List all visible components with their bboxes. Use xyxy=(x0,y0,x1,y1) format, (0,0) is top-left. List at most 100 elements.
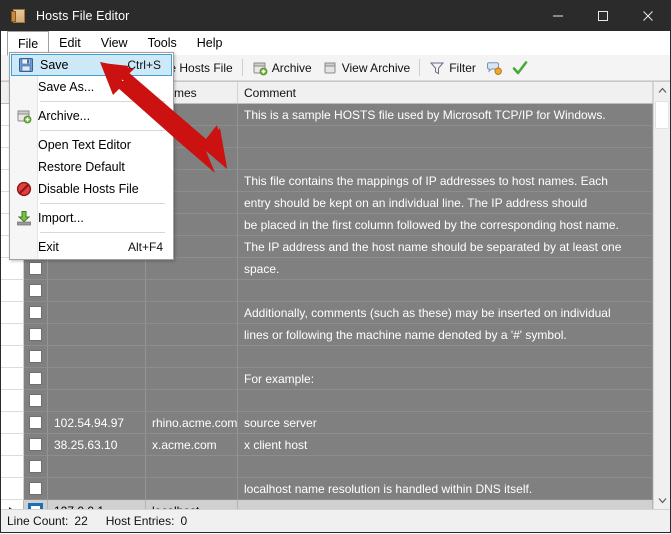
row-host-names[interactable] xyxy=(146,456,238,478)
row-ip-address[interactable] xyxy=(48,478,146,500)
maximize-button[interactable] xyxy=(580,1,625,31)
row-comment[interactable]: entry should be kept on an individual li… xyxy=(238,192,653,214)
row-enabled-checkbox[interactable] xyxy=(29,350,42,363)
row-enabled-checkbox[interactable] xyxy=(29,460,42,473)
row-enabled-checkbox[interactable] xyxy=(29,284,42,297)
scrollbar-track[interactable] xyxy=(654,99,670,492)
row-selector[interactable] xyxy=(1,346,24,368)
row-ip-address[interactable] xyxy=(48,390,146,412)
row-selector-current[interactable] xyxy=(1,500,24,509)
file-menu-item-restore-default[interactable]: Restore Default xyxy=(10,156,173,178)
row-enabled-checkbox-cell[interactable] xyxy=(24,324,48,346)
row-host-names[interactable] xyxy=(146,478,238,500)
row-enabled-checkbox-cell[interactable] xyxy=(24,456,48,478)
toolbar-validate-button[interactable] xyxy=(507,57,533,79)
row-host-names[interactable] xyxy=(146,302,238,324)
row-selector[interactable] xyxy=(1,302,24,324)
row-host-names[interactable]: x.acme.com xyxy=(146,434,238,456)
row-ip-address[interactable]: 102.54.94.97 xyxy=(48,412,146,434)
table-row[interactable]: 127.0.0.1localhost xyxy=(1,500,653,509)
row-comment[interactable]: source server xyxy=(238,412,653,434)
row-enabled-checkbox-cell[interactable] xyxy=(24,280,48,302)
file-menu-item-open-text-editor[interactable]: Open Text Editor xyxy=(10,134,173,156)
row-comment[interactable]: This file contains the mappings of IP ad… xyxy=(238,170,653,192)
row-enabled-checkbox[interactable] xyxy=(29,482,42,495)
row-ip-address[interactable] xyxy=(48,456,146,478)
row-comment[interactable] xyxy=(238,456,653,478)
row-ip-address[interactable] xyxy=(48,302,146,324)
row-enabled-checkbox[interactable] xyxy=(29,438,42,451)
row-selector[interactable] xyxy=(1,478,24,500)
row-host-names[interactable] xyxy=(146,324,238,346)
row-comment[interactable]: For example: xyxy=(238,368,653,390)
row-comment[interactable] xyxy=(238,500,653,509)
row-host-names[interactable] xyxy=(146,346,238,368)
row-ip-address[interactable]: 38.25.63.10 xyxy=(48,434,146,456)
row-comment[interactable]: be placed in the first column followed b… xyxy=(238,214,653,236)
row-enabled-checkbox[interactable] xyxy=(29,372,42,385)
file-menu-item-exit[interactable]: Exit Alt+F4 xyxy=(10,236,173,258)
file-menu-item-save[interactable]: Save Ctrl+S xyxy=(11,54,172,76)
vertical-scrollbar[interactable] xyxy=(653,82,670,509)
row-selector[interactable] xyxy=(1,280,24,302)
row-selector[interactable] xyxy=(1,258,24,280)
row-selector[interactable] xyxy=(1,434,24,456)
table-row[interactable] xyxy=(1,456,653,478)
row-comment[interactable] xyxy=(238,390,653,412)
row-comment[interactable]: The IP address and the host name should … xyxy=(238,236,653,258)
toolbar-filter-button[interactable]: Filter xyxy=(424,57,481,79)
row-host-names[interactable] xyxy=(146,258,238,280)
scrollbar-thumb[interactable] xyxy=(655,101,669,129)
row-comment[interactable] xyxy=(238,346,653,368)
row-enabled-checkbox-cell[interactable] xyxy=(24,368,48,390)
file-menu-item-disable-hosts-file[interactable]: Disable Hosts File xyxy=(10,178,173,200)
row-enabled-checkbox-cell[interactable] xyxy=(24,412,48,434)
scroll-up-button[interactable] xyxy=(654,82,670,99)
scroll-down-button[interactable] xyxy=(654,492,670,509)
row-enabled-checkbox[interactable] xyxy=(29,416,42,429)
row-selector[interactable] xyxy=(1,456,24,478)
row-ip-address[interactable] xyxy=(48,368,146,390)
file-menu-item-save-as[interactable]: Save As... xyxy=(10,76,173,98)
row-ip-address[interactable] xyxy=(48,346,146,368)
file-menu-dropdown[interactable]: Save Ctrl+S Save As... Archive... Open Text … xyxy=(9,52,174,260)
table-row[interactable]: For example: xyxy=(1,368,653,390)
file-menu-item-import[interactable]: Import... xyxy=(10,207,173,229)
table-row[interactable]: 38.25.63.10 x.acme.com x client host xyxy=(1,434,653,456)
row-enabled-checkbox[interactable] xyxy=(29,262,42,275)
row-selector[interactable] xyxy=(1,324,24,346)
row-selector[interactable] xyxy=(1,368,24,390)
menu-help[interactable]: Help xyxy=(187,31,233,55)
row-ip-address[interactable]: 127.0.0.1 xyxy=(48,500,146,509)
minimize-button[interactable] xyxy=(535,1,580,31)
row-enabled-checkbox[interactable] xyxy=(29,306,42,319)
toolbar-archive-button[interactable]: Archive xyxy=(247,57,317,79)
row-selector[interactable] xyxy=(1,390,24,412)
row-enabled-checkbox-cell[interactable] xyxy=(24,500,48,509)
row-host-names[interactable] xyxy=(146,368,238,390)
row-comment[interactable]: x client host xyxy=(238,434,653,456)
row-comment[interactable]: This is a sample HOSTS file used by Micr… xyxy=(238,104,653,126)
row-host-names[interactable] xyxy=(146,390,238,412)
table-row[interactable] xyxy=(1,390,653,412)
grid-header-comment[interactable]: Comment xyxy=(238,82,653,103)
toolbar-view-archive-button[interactable]: View Archive xyxy=(317,57,415,79)
row-enabled-checkbox[interactable] xyxy=(28,503,43,509)
row-enabled-checkbox-cell[interactable] xyxy=(24,346,48,368)
row-enabled-checkbox-cell[interactable] xyxy=(24,302,48,324)
table-row[interactable] xyxy=(1,346,653,368)
table-row[interactable]: Additionally, comments (such as these) m… xyxy=(1,302,653,324)
row-comment[interactable] xyxy=(238,148,653,170)
row-enabled-checkbox-cell[interactable] xyxy=(24,434,48,456)
row-enabled-checkbox-cell[interactable] xyxy=(24,390,48,412)
row-comment[interactable]: space. xyxy=(238,258,653,280)
row-comment[interactable]: Additionally, comments (such as these) m… xyxy=(238,302,653,324)
row-comment[interactable]: lines or following the machine name deno… xyxy=(238,324,653,346)
table-row[interactable]: space. xyxy=(1,258,653,280)
row-enabled-checkbox[interactable] xyxy=(29,394,42,407)
row-enabled-checkbox-cell[interactable] xyxy=(24,258,48,280)
row-comment[interactable]: localhost name resolution is handled wit… xyxy=(238,478,653,500)
row-host-names[interactable] xyxy=(146,280,238,302)
close-button[interactable] xyxy=(625,1,670,31)
row-ip-address[interactable] xyxy=(48,280,146,302)
